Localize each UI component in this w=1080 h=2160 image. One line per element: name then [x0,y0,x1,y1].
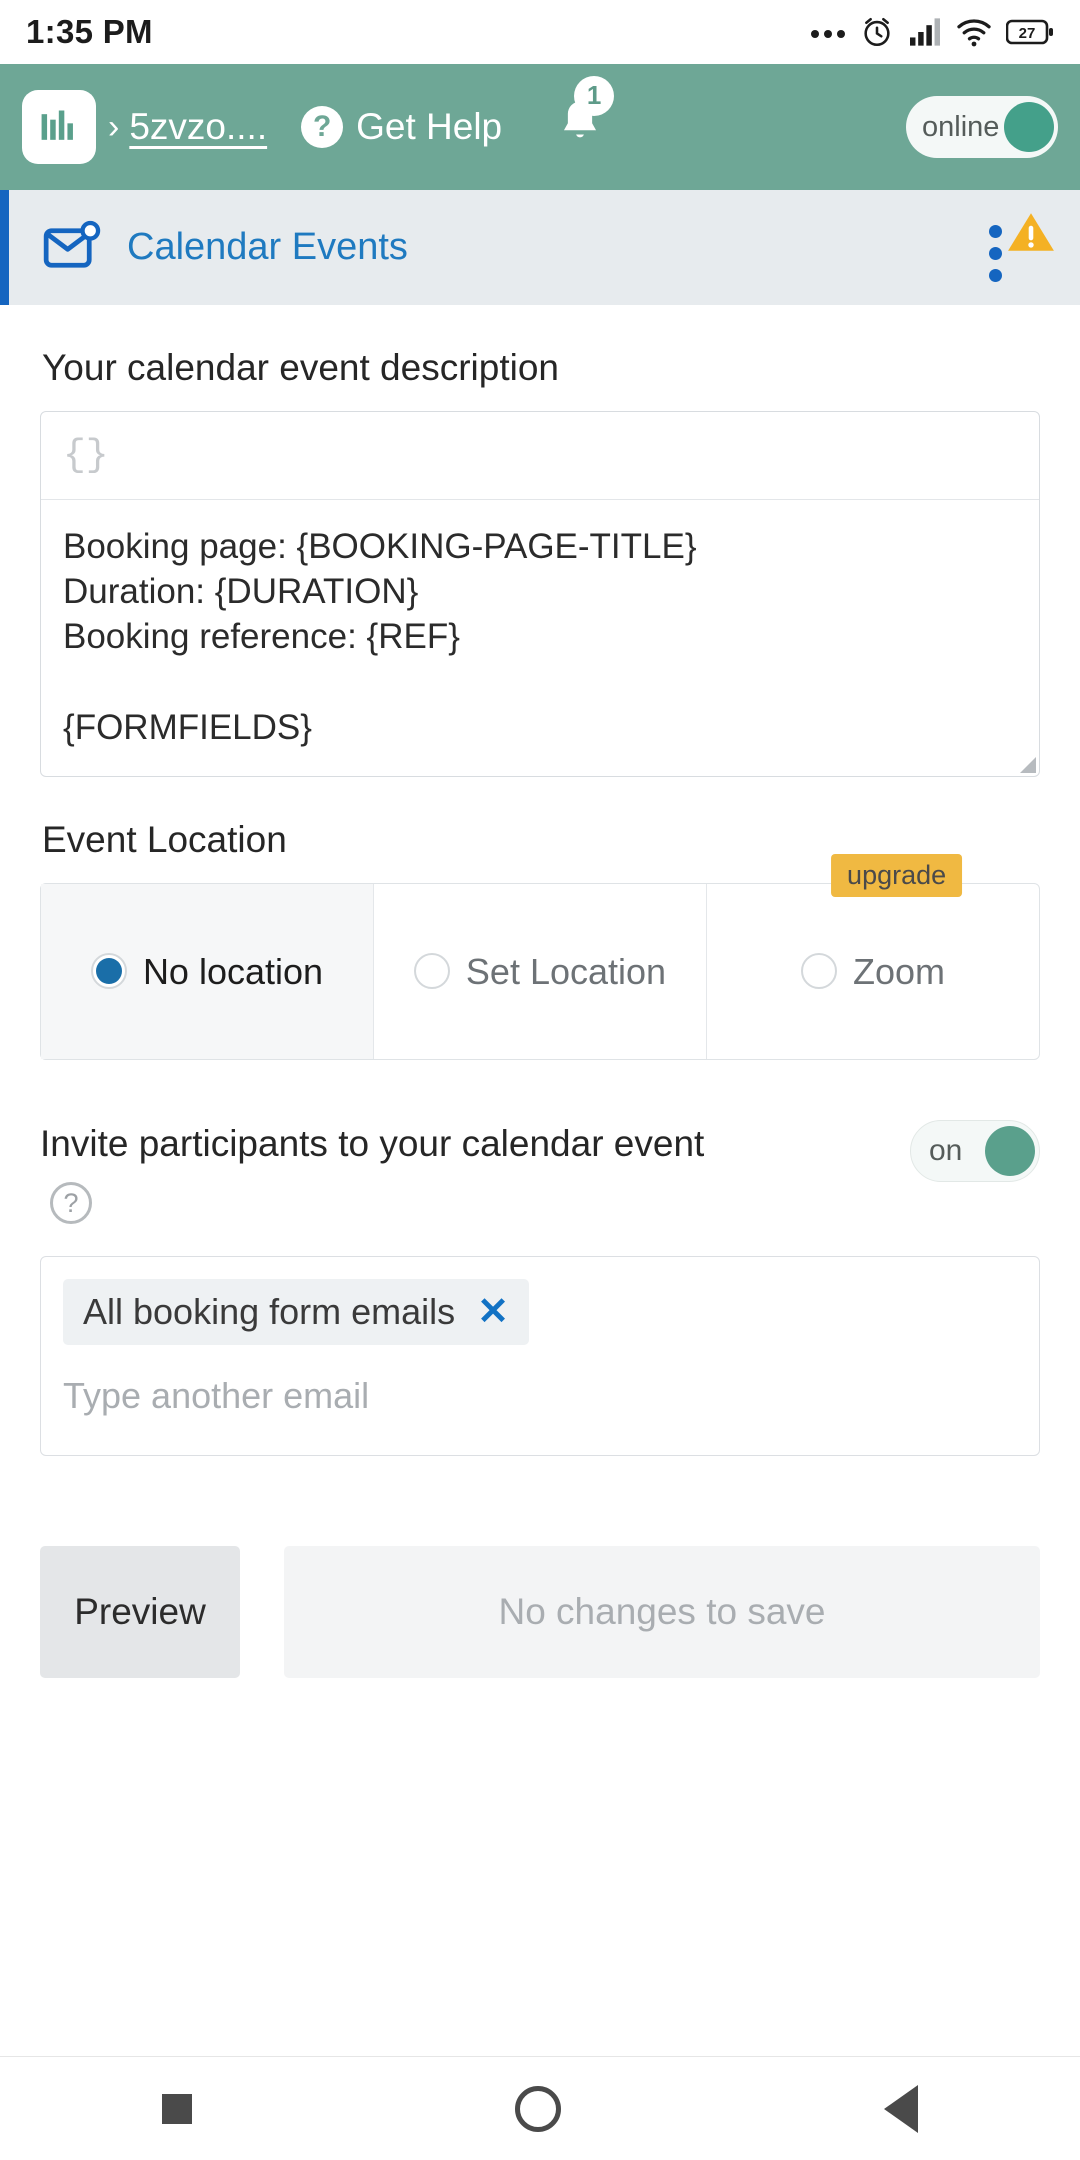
preview-button[interactable]: Preview [40,1546,240,1679]
site-breadcrumb-link[interactable]: 5zvzo.... [129,106,267,148]
invite-participants-row: Invite participants to your calendar eve… [40,1119,1040,1225]
calendar-events-section-header[interactable]: Calendar Events [0,190,1080,305]
invite-label-text: Invite participants to your calendar eve… [40,1122,705,1164]
invite-toggle-label: on [929,1133,963,1167]
radio-zoom[interactable] [800,953,837,990]
section-title: Calendar Events [127,226,408,268]
wifi-icon [957,19,991,47]
kebab-menu-icon[interactable] [989,213,1002,282]
circle-icon[interactable] [514,2085,561,2132]
event-location-options: No location Set Location upgrade Zoom [40,853,1040,1060]
radio-set-location[interactable] [413,953,450,990]
mail-event-icon [41,220,103,276]
merge-tags-icon[interactable]: {} [63,434,109,477]
question-circle-icon[interactable]: ? [50,1182,92,1225]
notification-badge: 1 [574,75,615,116]
question-mark-icon: ? [301,106,344,148]
status-time: 1:35 PM [26,13,153,50]
description-textarea[interactable]: Booking page: {BOOKING-PAGE-TITLE} Durat… [41,500,1039,776]
alarm-icon [864,17,890,47]
email-input-placeholder[interactable]: Type another email [63,1375,1017,1417]
save-button[interactable]: No changes to save [284,1546,1040,1679]
battery-icon: 27 [1006,19,1053,45]
location-option-set-location[interactable]: Set Location [374,883,707,1059]
main-content: Your calendar event description {} Booki… [0,305,1080,2056]
radio-no-location[interactable] [90,953,127,990]
location-option-label: No location [142,950,324,992]
invite-toggle-knob [985,1125,1035,1176]
android-navigation-bar [0,2056,1080,2160]
get-help-button[interactable]: ? Get Help [301,106,502,148]
description-editor[interactable]: {} Booking page: {BOOKING-PAGE-TITLE} Du… [40,411,1040,777]
app-bar: › 5zvzo.... ? Get Help 1 online [0,64,1080,190]
section-header-actions [989,213,1056,282]
description-label: Your calendar event description [42,347,559,388]
location-option-zoom[interactable]: upgrade Zoom [707,853,1039,1059]
status-icons: 27 [810,15,1054,49]
notifications-button[interactable]: 1 [554,75,615,159]
location-option-label: Zoom [852,950,946,992]
get-help-label: Get Help [356,106,503,147]
triangle-back-icon[interactable] [884,2084,919,2133]
brand-logo[interactable] [22,90,96,164]
phone-screen: 1:35 PM 27 › 5zvzo.... ? Get Help 1 onli… [0,0,1080,2160]
close-x-icon[interactable]: ✕ [477,1293,509,1331]
invite-participants-toggle[interactable]: on [910,1119,1040,1182]
email-chip[interactable]: All booking form emails ✕ [63,1279,529,1346]
more-dots-icon [811,30,845,38]
bar-chart-logo-icon [41,110,73,140]
invite-participants-label: Invite participants to your calendar eve… [40,1120,740,1225]
email-chip-label: All booking form emails [83,1291,456,1333]
warning-triangle-icon[interactable] [1006,209,1056,255]
form-actions: Preview No changes to save [40,1546,1040,1679]
online-status-toggle[interactable]: online [906,96,1058,158]
description-toolbar: {} [41,412,1039,500]
battery-level: 27 [1019,25,1036,42]
upgrade-badge[interactable]: upgrade [831,853,963,897]
square-icon[interactable] [161,2093,192,2124]
signal-icon [910,18,940,46]
location-option-label: Set Location [465,950,667,992]
location-option-no-location[interactable]: No location [41,883,374,1059]
breadcrumb-chevron-icon: › [108,107,120,146]
online-toggle-knob [1004,102,1054,152]
online-toggle-label: online [922,110,1000,143]
participant-emails-field[interactable]: All booking form emails ✕ Type another e… [40,1256,1040,1457]
status-bar: 1:35 PM 27 [0,0,1080,64]
